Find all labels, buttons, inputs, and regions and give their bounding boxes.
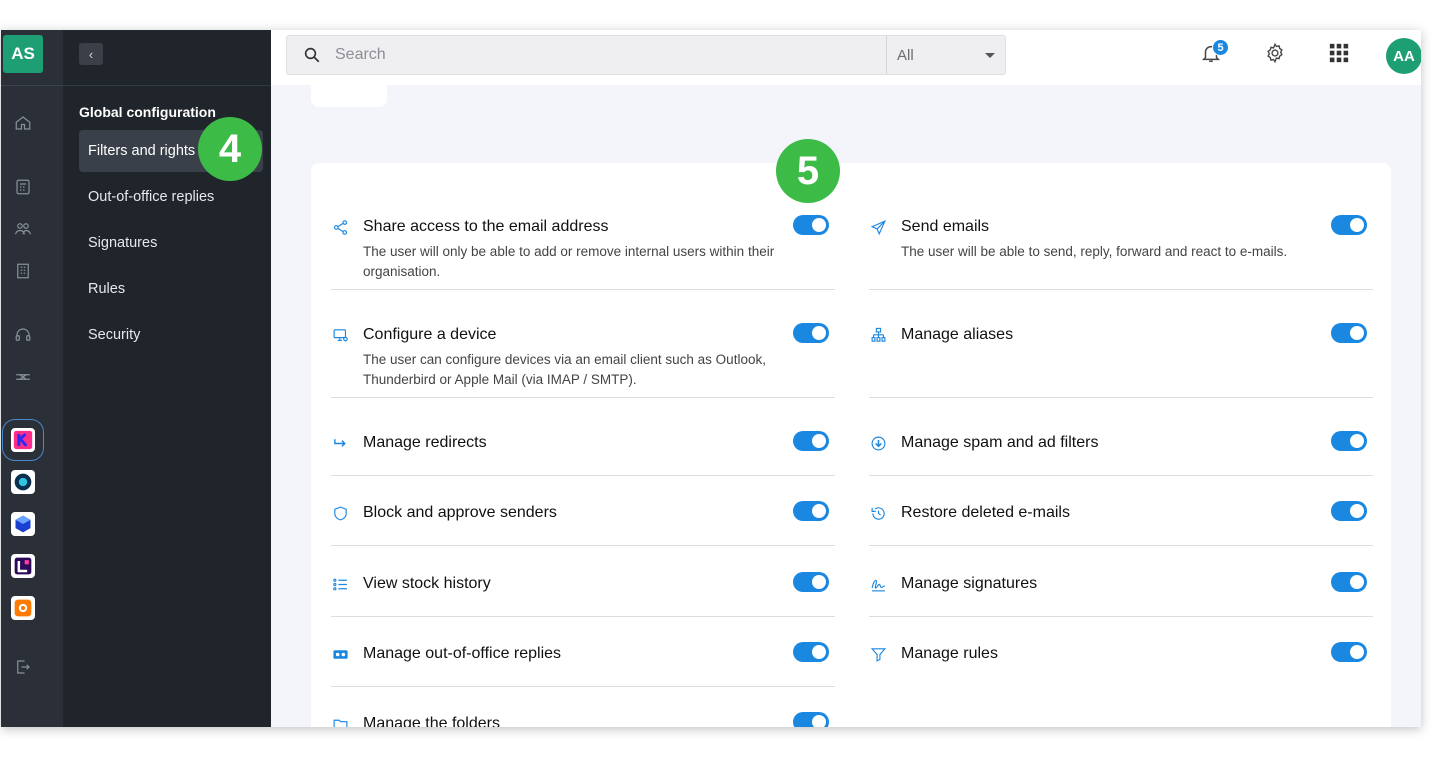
- account-avatar[interactable]: AS: [3, 35, 43, 73]
- permission-title: Manage redirects: [363, 434, 487, 451]
- permission-toggle[interactable]: [793, 501, 829, 521]
- collapse-sidebar-button[interactable]: ‹: [79, 43, 103, 65]
- user-avatar[interactable]: AA: [1386, 38, 1421, 74]
- permission-row: Manage out-of-office replies: [331, 642, 835, 687]
- permission-row: Block and approve senders: [331, 501, 835, 546]
- calendar-icon[interactable]: [12, 176, 34, 198]
- permission-title: Configure a device: [363, 326, 497, 343]
- permission-title: View stock history: [363, 575, 491, 592]
- shield-icon: [331, 504, 349, 522]
- permission-title: Restore deleted e-mails: [901, 504, 1070, 521]
- app-rail: AS: [1, 30, 63, 727]
- euria-app-icon[interactable]: [11, 596, 35, 620]
- permission-description: The user will be able to send, reply, fo…: [901, 244, 1288, 259]
- grid-icon: [1328, 42, 1350, 69]
- permission-toggle[interactable]: [793, 431, 829, 451]
- permission-toggle[interactable]: [793, 323, 829, 343]
- share-icon: [331, 218, 349, 236]
- permission-toggle[interactable]: [1331, 431, 1367, 451]
- send-icon: [869, 218, 887, 236]
- permission-row: View stock history: [331, 572, 835, 617]
- signature-icon: [869, 575, 887, 593]
- permissions-card: Share access to the email address The us…: [311, 163, 1391, 727]
- permission-title: Manage out-of-office replies: [363, 645, 562, 662]
- permission-description: The user can configure devices via an em…: [363, 352, 766, 387]
- permission-row: Manage rules: [869, 642, 1373, 687]
- out-of-office-icon: [331, 645, 349, 663]
- permission-toggle[interactable]: [1331, 215, 1367, 235]
- permission-row: Manage redirects: [331, 431, 835, 476]
- permission-toggle[interactable]: [1331, 501, 1367, 521]
- permission-toggle[interactable]: [1331, 323, 1367, 343]
- kdrive-app-icon[interactable]: [11, 470, 35, 494]
- permission-row: Restore deleted e-mails: [869, 501, 1373, 546]
- search-input[interactable]: [335, 36, 875, 74]
- notifications-badge: 5: [1212, 39, 1229, 56]
- permission-toggle[interactable]: [793, 712, 829, 727]
- network-icon[interactable]: [12, 366, 34, 388]
- alias-icon: [869, 326, 887, 344]
- permission-toggle[interactable]: [793, 215, 829, 235]
- funnel-icon: [869, 645, 887, 663]
- step-marker-4: 4: [198, 117, 262, 181]
- apps-grid-button[interactable]: [1326, 42, 1352, 68]
- logout-icon[interactable]: [12, 656, 34, 678]
- permission-toggle[interactable]: [1331, 572, 1367, 592]
- permission-title: Block and approve senders: [363, 504, 557, 521]
- permission-toggle[interactable]: [793, 642, 829, 662]
- redirect-icon: [331, 434, 349, 452]
- kmail-app-icon[interactable]: [2, 419, 44, 461]
- previous-card: [311, 85, 387, 107]
- main-content: Share access to the email address The us…: [271, 85, 1421, 727]
- permission-row: Manage aliases: [869, 323, 1373, 398]
- sidebar-item-rules[interactable]: Rules: [79, 268, 263, 310]
- search-scope-value: All: [897, 46, 914, 64]
- permission-row: Manage the folders: [331, 712, 835, 727]
- permission-toggle[interactable]: [1331, 642, 1367, 662]
- sidebar-item-out-of-office-replies[interactable]: Out-of-office replies: [79, 176, 263, 218]
- folder-icon: [331, 715, 349, 727]
- permission-title: Manage signatures: [901, 575, 1038, 592]
- permission-title: Share access to the email address: [363, 218, 609, 235]
- app-window: AS ‹ Global configuration Filters and ri…: [1, 30, 1421, 727]
- sidebar-divider: [63, 85, 271, 86]
- gear-icon: [1264, 42, 1286, 69]
- permission-toggle[interactable]: [793, 572, 829, 592]
- kchat-app-icon[interactable]: [11, 512, 35, 536]
- search-bar: All: [286, 35, 1006, 75]
- permission-row: Share access to the email address The us…: [331, 215, 835, 290]
- notifications-button[interactable]: 5: [1198, 39, 1229, 68]
- search-icon: [303, 46, 321, 64]
- permission-description: The user will only be able to add or rem…: [363, 244, 775, 279]
- list-icon: [331, 575, 349, 593]
- step-marker-5: 5: [776, 139, 840, 203]
- permission-row: Send emails The user will be able to sen…: [869, 215, 1373, 290]
- headset-icon[interactable]: [12, 324, 34, 346]
- top-bar: All 5 AA: [271, 30, 1421, 85]
- permission-title: Send emails: [901, 218, 990, 235]
- permission-row: Configure a device The user can configur…: [331, 323, 835, 398]
- sidebar-item-security[interactable]: Security: [79, 314, 263, 356]
- permission-row: Manage spam and ad filters: [869, 431, 1373, 476]
- sidebar-section-title: Global configuration: [79, 104, 216, 120]
- permission-title: Manage rules: [901, 645, 998, 662]
- restore-icon: [869, 504, 887, 522]
- spam-filter-icon: [869, 434, 887, 452]
- permission-row: Manage signatures: [869, 572, 1373, 617]
- home-icon[interactable]: [12, 112, 34, 134]
- rail-divider: [1, 85, 63, 86]
- chevron-down-icon: [985, 53, 995, 58]
- device-icon: [331, 326, 349, 344]
- permission-title: Manage spam and ad filters: [901, 434, 1099, 451]
- permission-title: Manage aliases: [901, 326, 1014, 343]
- settings-button[interactable]: [1262, 42, 1288, 68]
- search-scope-select[interactable]: All: [887, 36, 1005, 74]
- permission-title: Manage the folders: [363, 715, 500, 727]
- users-icon[interactable]: [12, 218, 34, 240]
- building-icon[interactable]: [12, 260, 34, 282]
- sidebar-item-signatures[interactable]: Signatures: [79, 222, 263, 264]
- swisstransfer-app-icon[interactable]: [11, 554, 35, 578]
